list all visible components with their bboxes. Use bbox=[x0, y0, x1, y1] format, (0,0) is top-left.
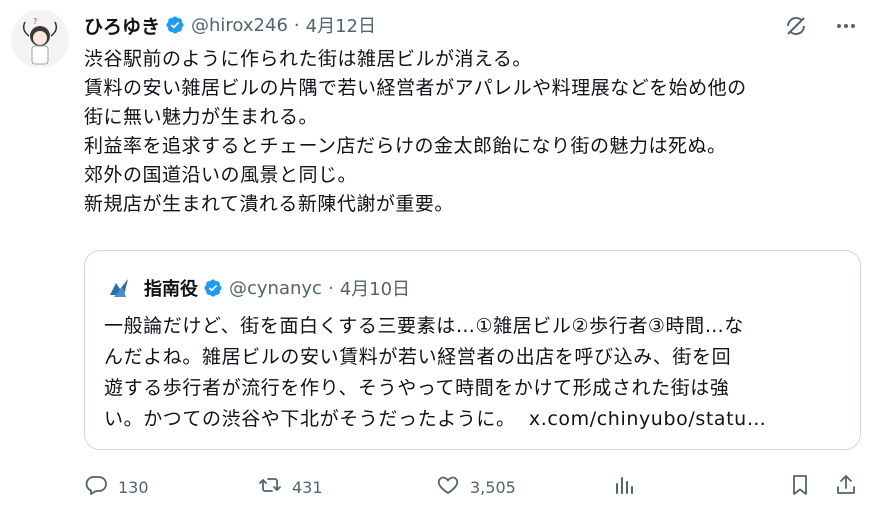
quoted-author-avatar[interactable] bbox=[104, 273, 134, 303]
bookmark-button[interactable] bbox=[788, 473, 812, 501]
header-separator: · bbox=[293, 14, 300, 36]
tweet-header: ひろゆき @hirox246 · 4月12日 bbox=[84, 10, 376, 40]
like-button[interactable]: 3,505 bbox=[436, 473, 516, 501]
reply-button[interactable]: 130 bbox=[84, 473, 149, 501]
quoted-author-name[interactable]: 指南役 bbox=[144, 275, 198, 301]
views-button[interactable] bbox=[612, 473, 636, 501]
top-actions bbox=[784, 14, 858, 42]
quoted-text-last: い。かつての渋谷や下北がそうだったように。 bbox=[104, 408, 516, 430]
share-icon bbox=[834, 473, 858, 501]
quoted-tweet-header: 指南役 @cynanyc · 4月10日 bbox=[104, 273, 410, 303]
tweet-text-line: 郊外の国道沿いの風景と同じ。 bbox=[84, 164, 358, 186]
grok-icon[interactable] bbox=[784, 14, 808, 42]
quoted-text-line: 遊する歩行者が流行を作り、そうやって時間をかけて形成された街は強 bbox=[104, 377, 730, 399]
svg-text:?: ? bbox=[33, 17, 37, 26]
quoted-text-line: んだよね。雑居ビルの安い賃料が若い経営者の出店を呼び込み、街を回 bbox=[104, 346, 732, 368]
author-avatar[interactable]: ? bbox=[11, 10, 69, 68]
repost-button[interactable]: 431 bbox=[258, 473, 323, 501]
tweet-text-line: 渋谷駅前のように作られた街は雑居ビルが消える。 bbox=[84, 48, 532, 70]
verified-badge-icon bbox=[203, 278, 223, 298]
quoted-text-line: 一般論だけど、街を面白くする三要素は…①雑居ビル②歩行者③時間…な bbox=[104, 315, 744, 337]
like-count: 3,505 bbox=[470, 477, 516, 497]
tweet-text-line: 新規店が生まれて潰れる新陳代謝が重要。 bbox=[84, 193, 454, 215]
tweet-text-line: 利益率を追求するとチェーン店だらけの金太郎飴になり街の魅力は死ぬ。 bbox=[84, 135, 727, 157]
reply-count: 130 bbox=[118, 477, 149, 497]
action-bar: 130 431 3,505 bbox=[84, 473, 864, 503]
repost-count: 431 bbox=[292, 477, 323, 497]
author-name[interactable]: ひろゆき bbox=[84, 12, 160, 39]
quoted-link[interactable]: x.com/chinyubo/statu… bbox=[529, 408, 767, 430]
bookmark-icon bbox=[788, 473, 812, 501]
views-icon bbox=[612, 473, 636, 501]
tweet-text-line: 賃料の安い雑居ビルの片隅で若い経営者がアパレルや料理展などを始め他の bbox=[84, 77, 747, 99]
tweet-text: 渋谷駅前のように作られた街は雑居ビルが消える。 賃料の安い雑居ビルの片隅で若い経… bbox=[84, 45, 874, 219]
quoted-header-separator: · bbox=[327, 277, 334, 299]
tweet: ? ひろゆき @hirox246 · 4月12日 渋谷駅前のように作られた街は雑… bbox=[0, 0, 884, 517]
quoted-author-handle: @cynanyc bbox=[229, 277, 322, 299]
share-button[interactable] bbox=[834, 473, 858, 501]
heart-icon bbox=[436, 473, 460, 501]
tweet-text-line: 街に無い魅力が生まれる。 bbox=[84, 106, 319, 128]
quoted-tweet-text: 一般論だけど、街を面白くする三要素は…①雑居ビル②歩行者③時間…な んだよね。雑… bbox=[104, 311, 844, 435]
quoted-tweet[interactable]: 指南役 @cynanyc · 4月10日 一般論だけど、街を面白くする三要素は…… bbox=[84, 250, 861, 450]
post-date[interactable]: 4月12日 bbox=[306, 12, 376, 38]
quoted-post-date: 4月10日 bbox=[339, 279, 411, 300]
quoted-text-line: い。かつての渋谷や下北がそうだったように。 x.com/chinyubo/sta… bbox=[104, 404, 844, 435]
reply-icon bbox=[84, 473, 108, 501]
verified-badge-icon bbox=[165, 15, 185, 35]
more-icon[interactable] bbox=[834, 14, 858, 42]
repost-icon bbox=[258, 473, 282, 501]
author-handle[interactable]: @hirox246 bbox=[191, 15, 288, 36]
